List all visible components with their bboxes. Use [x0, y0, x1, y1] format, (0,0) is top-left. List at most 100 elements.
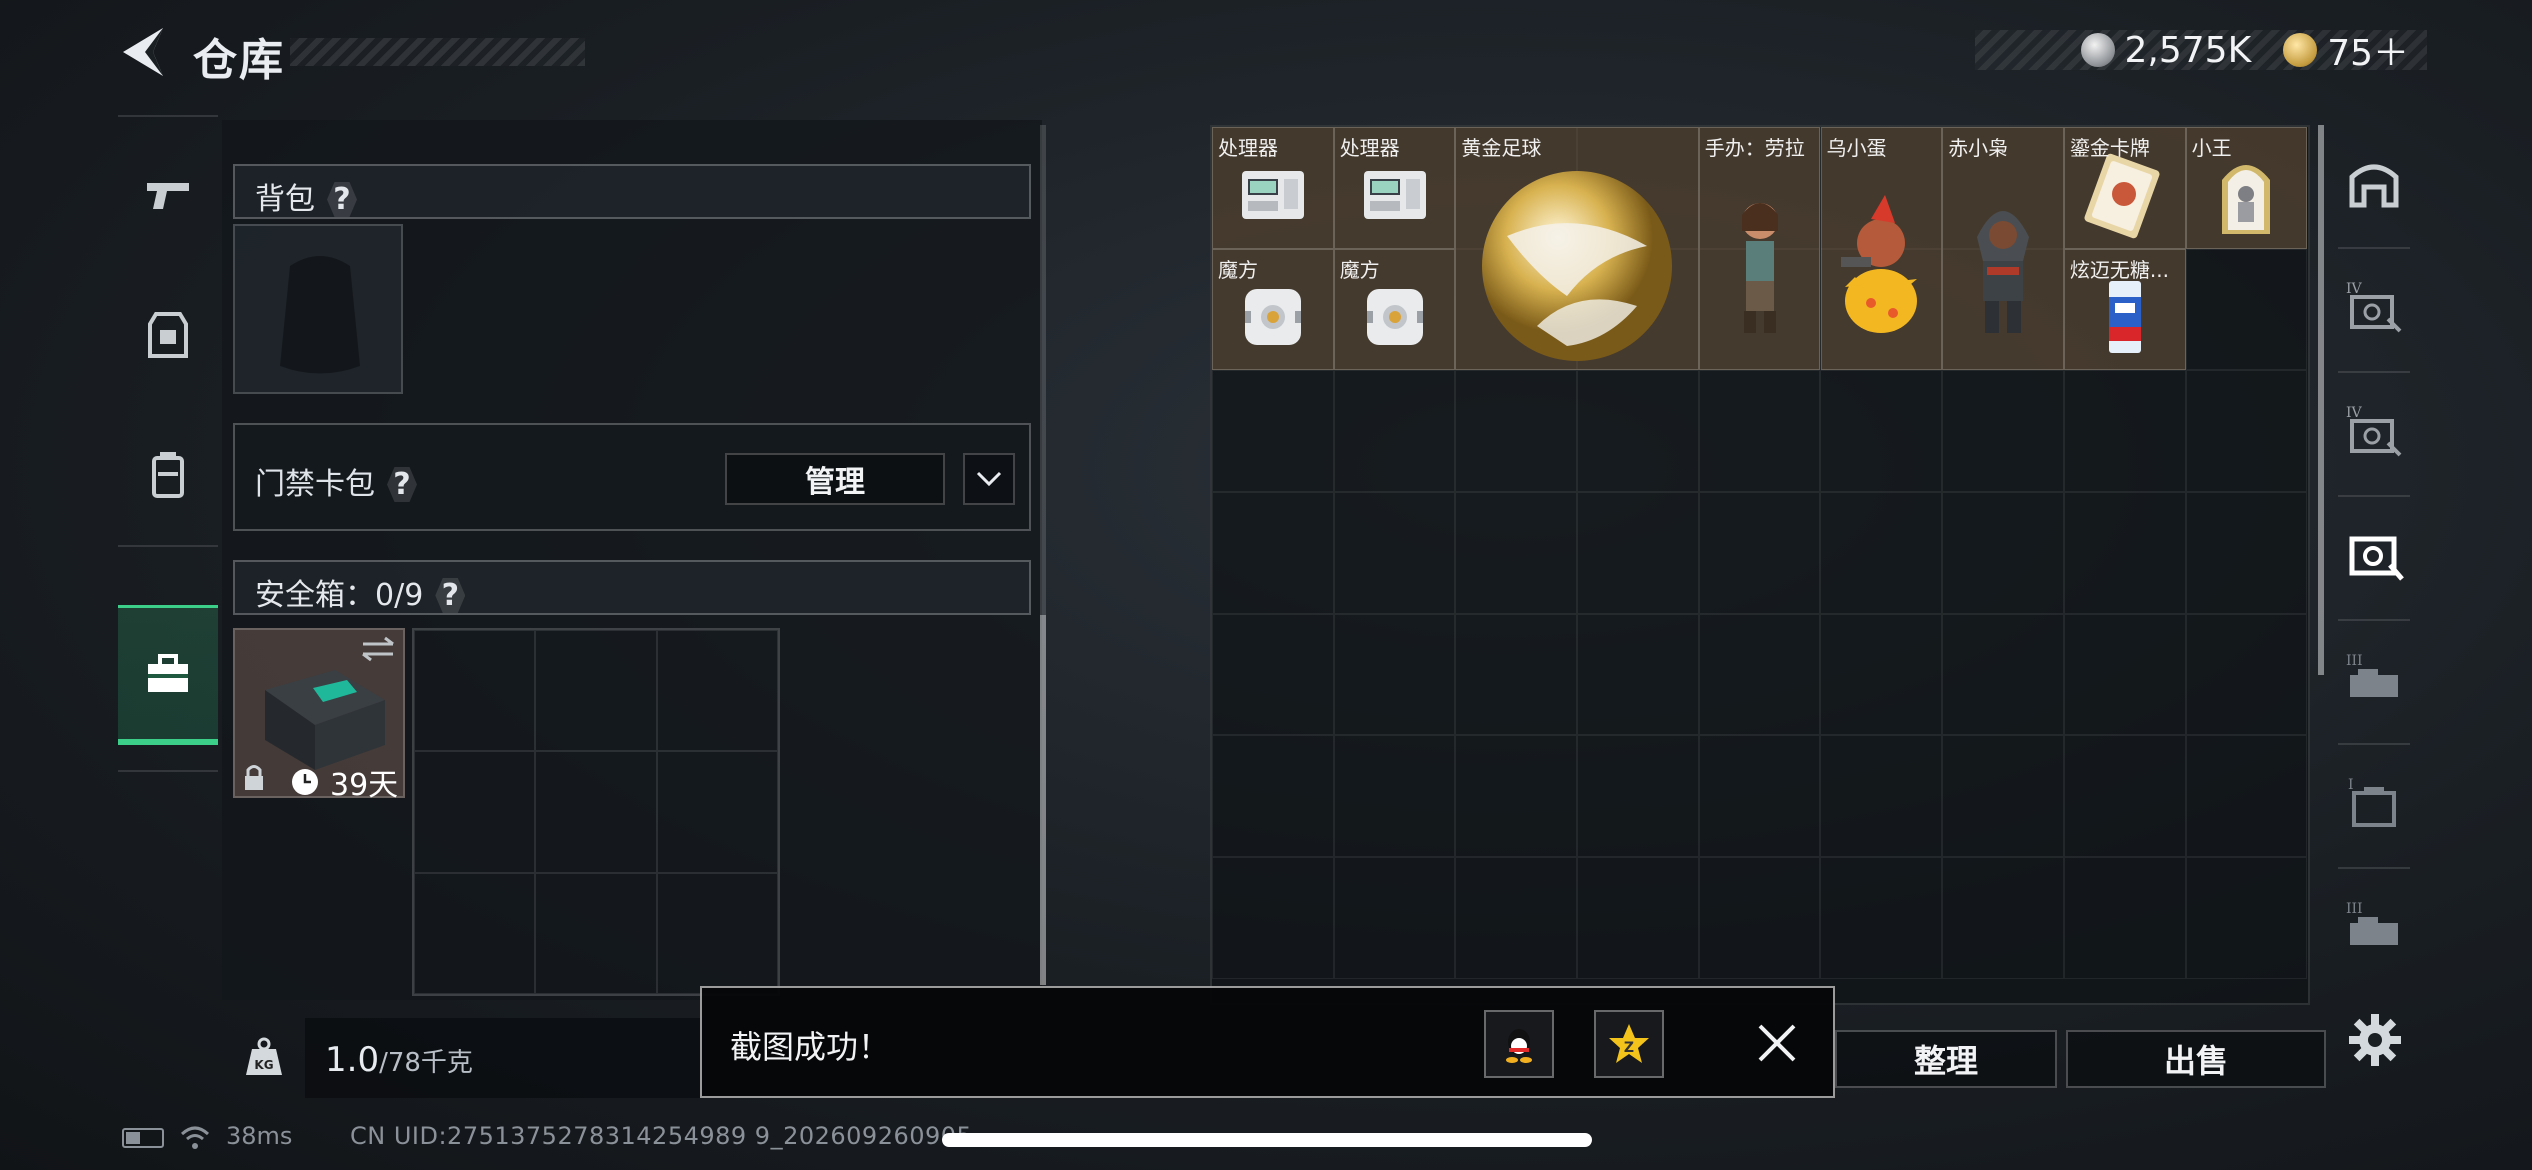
storage-cell[interactable]	[1212, 492, 1334, 614]
safebox-cell[interactable]	[414, 872, 536, 994]
storage-cell[interactable]	[2063, 857, 2186, 979]
storage-cell[interactable]	[2185, 613, 2308, 736]
storage-tab[interactable]: IV	[2330, 249, 2418, 369]
storage-cell[interactable]	[2063, 492, 2186, 614]
backpack-help-button[interactable]: ?	[327, 182, 357, 217]
nav-item-weapon[interactable]	[118, 125, 218, 265]
safebox-item[interactable]: 39天	[233, 628, 405, 803]
home-indicator[interactable]	[942, 1133, 1592, 1147]
storage-cell[interactable]	[1698, 492, 1821, 614]
storage-item[interactable]: 乌小蛋	[1820, 127, 1943, 371]
safebox-cell[interactable]	[535, 630, 657, 752]
storage-cell[interactable]	[1455, 735, 1578, 858]
storage-tab[interactable]	[2330, 125, 2418, 245]
storage-cell[interactable]	[1820, 857, 1943, 979]
storage-item[interactable]: 手办：劳拉	[1698, 127, 1821, 371]
storage-cell[interactable]	[1942, 370, 2064, 493]
storage-cell[interactable]	[1820, 735, 1943, 858]
safebox-cell[interactable]	[535, 872, 657, 994]
storage-cell[interactable]	[1942, 857, 2064, 979]
title-decoration	[290, 38, 585, 66]
storage-item[interactable]: 黄金足球	[1455, 127, 1699, 371]
storage-cell[interactable]	[1942, 735, 2064, 858]
storage-cell[interactable]	[1333, 370, 1456, 493]
storage-cell[interactable]	[1820, 613, 1943, 736]
backpack-slot[interactable]	[233, 224, 403, 394]
storage-cell[interactable]	[1942, 613, 2064, 736]
expand-button[interactable]	[963, 453, 1015, 505]
storage-item[interactable]: 魔方	[1212, 248, 1334, 371]
share-qzone-button[interactable]: Z	[1594, 1010, 1664, 1078]
share-qq-button[interactable]	[1484, 1010, 1554, 1078]
storage-item[interactable]: 处理器	[1212, 127, 1334, 249]
settings-button[interactable]	[2345, 1010, 2405, 1070]
safebox-cell[interactable]	[656, 751, 778, 873]
storage-tier-iv-icon: IV	[2344, 279, 2404, 339]
safebox-cell[interactable]	[656, 872, 778, 994]
storage-cell[interactable]	[1698, 613, 1821, 736]
safebox-help-button[interactable]: ?	[435, 578, 466, 613]
storage-cell[interactable]	[1212, 857, 1334, 979]
storage-item[interactable]: 处理器	[1333, 127, 1456, 249]
storage-cell[interactable]	[1820, 370, 1943, 493]
toolbox-icon	[148, 653, 188, 692]
storage-cell[interactable]	[1212, 370, 1334, 493]
storage-cell[interactable]	[1455, 857, 1578, 979]
storage-cell[interactable]	[1577, 857, 1699, 979]
safebox-cell[interactable]	[414, 630, 536, 752]
storage-tab[interactable]: III	[2330, 869, 2418, 989]
storage-item[interactable]: 魔方	[1333, 248, 1456, 371]
storage-cell[interactable]	[1212, 735, 1334, 858]
storage-cell[interactable]	[1698, 735, 1821, 858]
keycard-help-button[interactable]: ?	[387, 467, 417, 502]
storage-cell[interactable]	[1698, 857, 1821, 979]
storage-cell[interactable]	[2185, 248, 2308, 371]
storage-cell[interactable]	[2063, 613, 2186, 736]
storage-cell[interactable]	[1333, 613, 1456, 736]
storage-cell[interactable]	[1333, 857, 1456, 979]
storage-item[interactable]: 赤小枭	[1942, 127, 2064, 371]
storage-cell[interactable]	[1698, 370, 1821, 493]
nav-item-vest[interactable]	[118, 265, 218, 405]
storage-item[interactable]: 鎏金卡牌	[2063, 127, 2186, 249]
storage-cell[interactable]	[1577, 370, 1699, 493]
storage-cell[interactable]	[1455, 613, 1578, 736]
sell-button[interactable]: 出售	[2066, 1030, 2326, 1088]
storage-cell[interactable]	[1577, 492, 1699, 614]
storage-cell[interactable]	[2185, 492, 2308, 614]
storage-tab[interactable]	[2330, 497, 2418, 617]
safebox-cell[interactable]	[535, 751, 657, 873]
storage-cell[interactable]	[1333, 735, 1456, 858]
storage-cell[interactable]	[2185, 857, 2308, 979]
storage-cell[interactable]	[1455, 370, 1578, 493]
safebox-grid[interactable]	[412, 628, 780, 996]
nav-item-toolbox[interactable]	[118, 605, 218, 745]
storage-cell[interactable]	[2185, 370, 2308, 493]
gold-currency-value[interactable]: 75＋	[2327, 24, 2409, 76]
storage-cell[interactable]	[2063, 735, 2186, 858]
manage-button[interactable]: 管理	[725, 453, 945, 505]
storage-tab[interactable]: III	[2330, 621, 2418, 741]
backpack-placeholder-icon	[280, 256, 360, 374]
left-scrollbar-thumb[interactable]	[1040, 615, 1046, 985]
safebox-cell[interactable]	[656, 630, 778, 752]
storage-cell[interactable]	[1577, 613, 1699, 736]
storage-tab[interactable]: I	[2330, 745, 2418, 865]
storage-item[interactable]: 小王	[2185, 127, 2308, 249]
storage-cell[interactable]	[1333, 492, 1456, 614]
storage-cell[interactable]	[1577, 735, 1699, 858]
storage-cell[interactable]	[1212, 613, 1334, 736]
storage-cell[interactable]	[1820, 492, 1943, 614]
nav-item-backpack[interactable]	[118, 405, 218, 545]
storage-scrollbar[interactable]	[2318, 125, 2324, 675]
storage-tab[interactable]: IV	[2330, 373, 2418, 493]
storage-item[interactable]: 炫迈无糖...	[2063, 248, 2186, 371]
storage-cell[interactable]	[1455, 492, 1578, 614]
back-button[interactable]	[115, 22, 175, 82]
storage-cell[interactable]	[2063, 370, 2186, 493]
sort-button[interactable]: 整理	[1835, 1030, 2057, 1088]
storage-cell[interactable]	[1942, 492, 2064, 614]
storage-cell[interactable]	[2185, 735, 2308, 858]
toast-close-button[interactable]	[1752, 1018, 1802, 1068]
safebox-cell[interactable]	[414, 751, 536, 873]
